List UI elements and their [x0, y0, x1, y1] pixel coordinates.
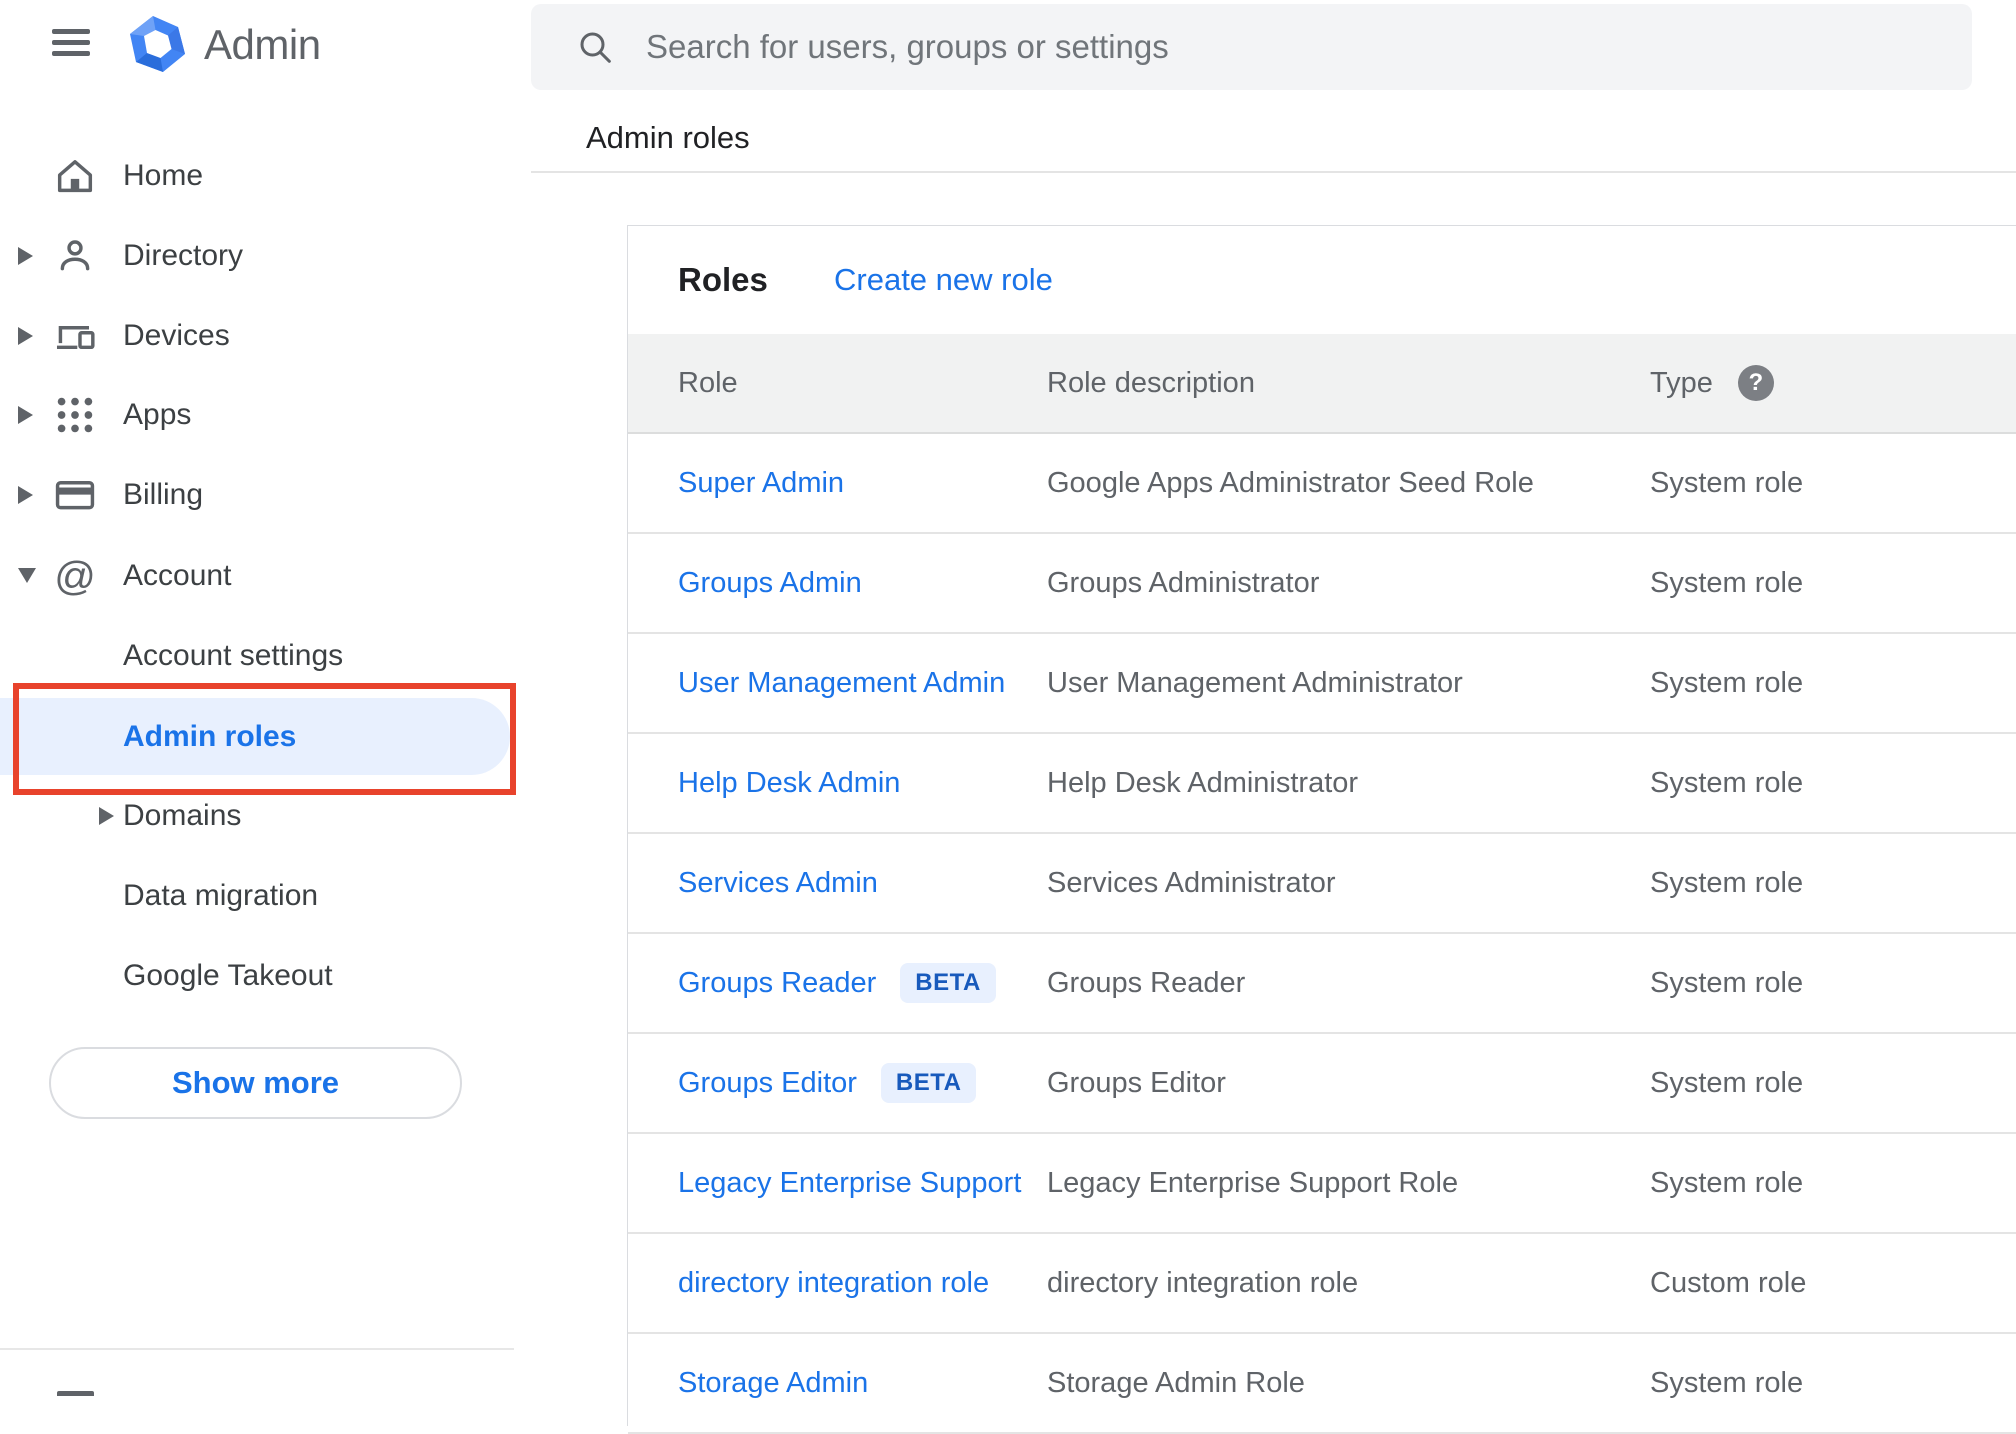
- clipped-icon: [57, 1391, 94, 1396]
- apps-grid-icon: [52, 392, 98, 438]
- sidebar-item-apps[interactable]: Apps: [0, 375, 514, 455]
- sidebar-item-label: Apps: [123, 398, 192, 431]
- role-link[interactable]: Legacy Enterprise Support: [678, 1167, 1021, 1200]
- sidebar-item-label: Data migration: [123, 879, 319, 912]
- role-description: User Management Administrator: [1047, 666, 1463, 699]
- expand-arrow-icon[interactable]: [99, 807, 114, 825]
- help-icon[interactable]: ?: [1737, 365, 1774, 401]
- devices-icon: [52, 313, 98, 359]
- breadcrumb: Admin roles: [586, 120, 750, 155]
- table-row: Legacy Enterprise Support Legacy Enterpr…: [628, 1134, 2016, 1234]
- show-more-button[interactable]: Show more: [49, 1047, 462, 1119]
- sidebar-item-label: Account settings: [123, 639, 344, 672]
- role-description: directory integration role: [1047, 1266, 1359, 1299]
- table-row: Storage Admin Storage Admin Role System …: [628, 1334, 2016, 1434]
- role-type: System role: [1650, 1166, 1804, 1199]
- menu-button[interactable]: [52, 29, 90, 56]
- person-icon: [52, 233, 98, 279]
- sidebar-item-label: Home: [123, 159, 204, 192]
- expand-arrow-icon[interactable]: [18, 486, 33, 504]
- home-icon: [52, 153, 98, 199]
- expand-arrow-icon[interactable]: [18, 327, 33, 345]
- role-description: Google Apps Administrator Seed Role: [1047, 466, 1534, 499]
- role-description: Storage Admin Role: [1047, 1366, 1305, 1399]
- role-description: Legacy Enterprise Support Role: [1047, 1166, 1459, 1199]
- role-link[interactable]: Services Admin: [678, 867, 878, 900]
- table-row: directory integration role directory int…: [628, 1234, 2016, 1334]
- sidebar-item-label: Admin roles: [123, 719, 297, 753]
- role-type: System role: [1650, 866, 1804, 899]
- role-description: Groups Editor: [1047, 1066, 1226, 1099]
- search-input[interactable]: [644, 27, 1972, 67]
- sidebar-item-account-settings[interactable]: Account settings: [0, 616, 514, 696]
- header-divider: [531, 171, 2016, 173]
- roles-card: Roles Create new role Role Role descript…: [627, 225, 2016, 1434]
- role-description: Groups Reader: [1047, 966, 1246, 999]
- sidebar-item-domains[interactable]: Domains: [0, 776, 514, 856]
- hamburger-icon: [52, 29, 90, 34]
- sidebar-item-devices[interactable]: Devices: [0, 296, 514, 376]
- role-type: System role: [1650, 1066, 1804, 1099]
- table-row: Help Desk Admin Help Desk Administrator …: [628, 734, 2016, 834]
- role-description: Services Administrator: [1047, 866, 1336, 899]
- role-link[interactable]: Super Admin: [678, 467, 844, 500]
- sidebar-item-label: Account: [123, 559, 232, 592]
- role-type: System role: [1650, 666, 1804, 699]
- sidebar-item-label: Devices: [123, 319, 230, 352]
- table-row: Services Admin Services Administrator Sy…: [628, 834, 2016, 934]
- column-header-type: Type ?: [1650, 365, 2016, 401]
- sidebar-item-google-takeout[interactable]: Google Takeout: [0, 936, 514, 1016]
- sidebar-item-label: Billing: [123, 478, 204, 511]
- role-type: System role: [1650, 466, 1804, 499]
- sidebar-item-label: Directory: [123, 239, 244, 272]
- role-type: Custom role: [1650, 1266, 1807, 1299]
- collapse-arrow-icon[interactable]: [18, 568, 36, 583]
- sidebar-item-label: Google Takeout: [123, 959, 333, 992]
- card-title: Roles: [678, 261, 768, 298]
- role-type: System role: [1650, 566, 1804, 599]
- admin-logo-icon: [128, 16, 188, 73]
- roles-card-header: Roles Create new role: [628, 226, 2016, 334]
- table-row: Super Admin Google Apps Administrator Se…: [628, 434, 2016, 534]
- role-description: Help Desk Administrator: [1047, 766, 1359, 799]
- sidebar-item-billing[interactable]: Billing: [0, 455, 514, 535]
- sidebar-item-account[interactable]: @ Account: [0, 536, 514, 616]
- sidebar-item-admin-roles-selected[interactable]: Admin roles: [0, 698, 510, 775]
- role-link[interactable]: User Management Admin: [678, 667, 1005, 700]
- role-description: Groups Administrator: [1047, 566, 1320, 599]
- beta-badge: BETA: [900, 963, 996, 1003]
- sidebar-divider: [0, 1348, 514, 1350]
- role-link[interactable]: Groups Admin: [678, 567, 862, 600]
- role-link[interactable]: Groups Editor: [678, 1067, 857, 1100]
- search-bar[interactable]: [531, 4, 1972, 90]
- credit-card-icon: [52, 472, 98, 518]
- table-header-row: Role Role description Type ?: [628, 334, 2016, 434]
- sidebar-item-data-migration[interactable]: Data migration: [0, 856, 514, 936]
- table-row: Groups Editor BETA Groups Editor System …: [628, 1034, 2016, 1134]
- search-icon: [580, 32, 611, 63]
- role-type: System role: [1650, 966, 1804, 999]
- beta-badge: BETA: [880, 1063, 977, 1103]
- role-type: System role: [1650, 1366, 1804, 1399]
- role-type: System role: [1650, 766, 1804, 799]
- expand-arrow-icon[interactable]: [18, 406, 33, 424]
- column-header-role: Role: [678, 366, 738, 399]
- table-row: Groups Reader BETA Groups Reader System …: [628, 934, 2016, 1034]
- sidebar-item-home[interactable]: Home: [0, 136, 514, 216]
- role-link[interactable]: Help Desk Admin: [678, 767, 900, 800]
- role-link[interactable]: Groups Reader: [678, 967, 876, 1000]
- at-sign-icon: @: [54, 552, 96, 599]
- table-row: User Management Admin User Management Ad…: [628, 634, 2016, 734]
- app-title: Admin: [204, 20, 321, 68]
- column-header-description: Role description: [1047, 366, 1255, 399]
- create-new-role-link[interactable]: Create new role: [834, 262, 1053, 298]
- table-row: Groups Admin Groups Administrator System…: [628, 534, 2016, 634]
- sidebar-item-directory[interactable]: Directory: [0, 216, 514, 296]
- role-link[interactable]: directory integration role: [678, 1267, 989, 1300]
- expand-arrow-icon[interactable]: [18, 247, 33, 265]
- role-link[interactable]: Storage Admin: [678, 1367, 868, 1400]
- sidebar-item-label: Domains: [123, 799, 242, 832]
